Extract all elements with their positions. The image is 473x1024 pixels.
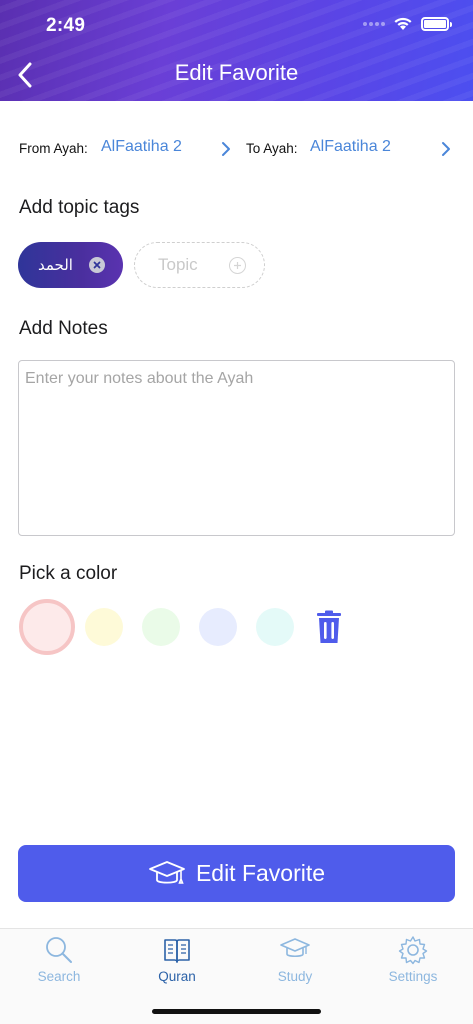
gear-icon xyxy=(398,936,428,965)
edit-favorite-button-label: Edit Favorite xyxy=(195,860,326,886)
add-icon xyxy=(229,257,246,274)
tab-quran[interactable]: Quran xyxy=(127,935,227,984)
ayah-range: From Ayah: AlFaatiha 2 To Ayah: AlFaatih… xyxy=(19,138,459,160)
tab-study[interactable]: Study xyxy=(245,935,345,984)
tab-search-label: Search xyxy=(37,969,81,984)
notes-textarea[interactable]: Enter your notes about the Ayah xyxy=(18,360,455,536)
from-ayah-value[interactable]: AlFaatiha 2 xyxy=(101,138,182,156)
search-icon xyxy=(46,937,72,963)
battery-icon xyxy=(421,16,452,31)
color-swatch-blue[interactable] xyxy=(199,608,237,646)
to-ayah-value[interactable]: AlFaatiha 2 xyxy=(310,138,391,156)
add-topic-placeholder: Topic xyxy=(158,255,198,274)
graduation-cap-icon xyxy=(149,860,185,884)
edit-favorite-button[interactable]: Edit Favorite xyxy=(18,845,455,902)
add-topic-chip[interactable]: Topic xyxy=(134,242,265,288)
chevron-right-icon[interactable] xyxy=(440,140,452,158)
status-icons xyxy=(363,16,452,31)
home-indicator xyxy=(152,1009,321,1014)
tab-quran-label: Quran xyxy=(158,969,196,984)
color-swatch-yellow[interactable] xyxy=(85,608,123,646)
to-ayah-label: To Ayah: xyxy=(246,141,298,156)
tab-settings-label: Settings xyxy=(388,969,438,984)
notes-placeholder: Enter your notes about the Ayah xyxy=(25,370,254,387)
page-title: Edit Favorite xyxy=(174,60,299,85)
color-swatch-green[interactable] xyxy=(142,608,180,646)
color-swatch-teal[interactable] xyxy=(256,608,294,646)
topic-tag-chip[interactable]: الحمد xyxy=(18,242,123,288)
chevron-right-icon[interactable] xyxy=(220,140,232,158)
cellular-signal-icon xyxy=(363,21,385,26)
status-time: 2:49 xyxy=(46,15,86,36)
color-section-title: Pick a color xyxy=(19,563,118,584)
trash-icon[interactable] xyxy=(316,610,342,644)
from-ayah-label: From Ayah: xyxy=(19,141,88,156)
wifi-icon xyxy=(394,17,412,30)
notes-section-title: Add Notes xyxy=(19,318,108,339)
tags-section-title: Add topic tags xyxy=(19,197,140,218)
tab-settings[interactable]: Settings xyxy=(363,935,463,984)
color-swatch-pink[interactable] xyxy=(19,599,75,655)
book-icon xyxy=(164,939,190,963)
tab-search[interactable]: Search xyxy=(9,935,109,984)
tab-study-label: Study xyxy=(277,969,313,984)
graduation-cap-icon xyxy=(280,938,310,958)
header: 2:49 Edit Favorite xyxy=(0,0,473,101)
topic-tag-label: الحمد xyxy=(38,257,73,274)
remove-tag-icon[interactable] xyxy=(89,257,105,273)
